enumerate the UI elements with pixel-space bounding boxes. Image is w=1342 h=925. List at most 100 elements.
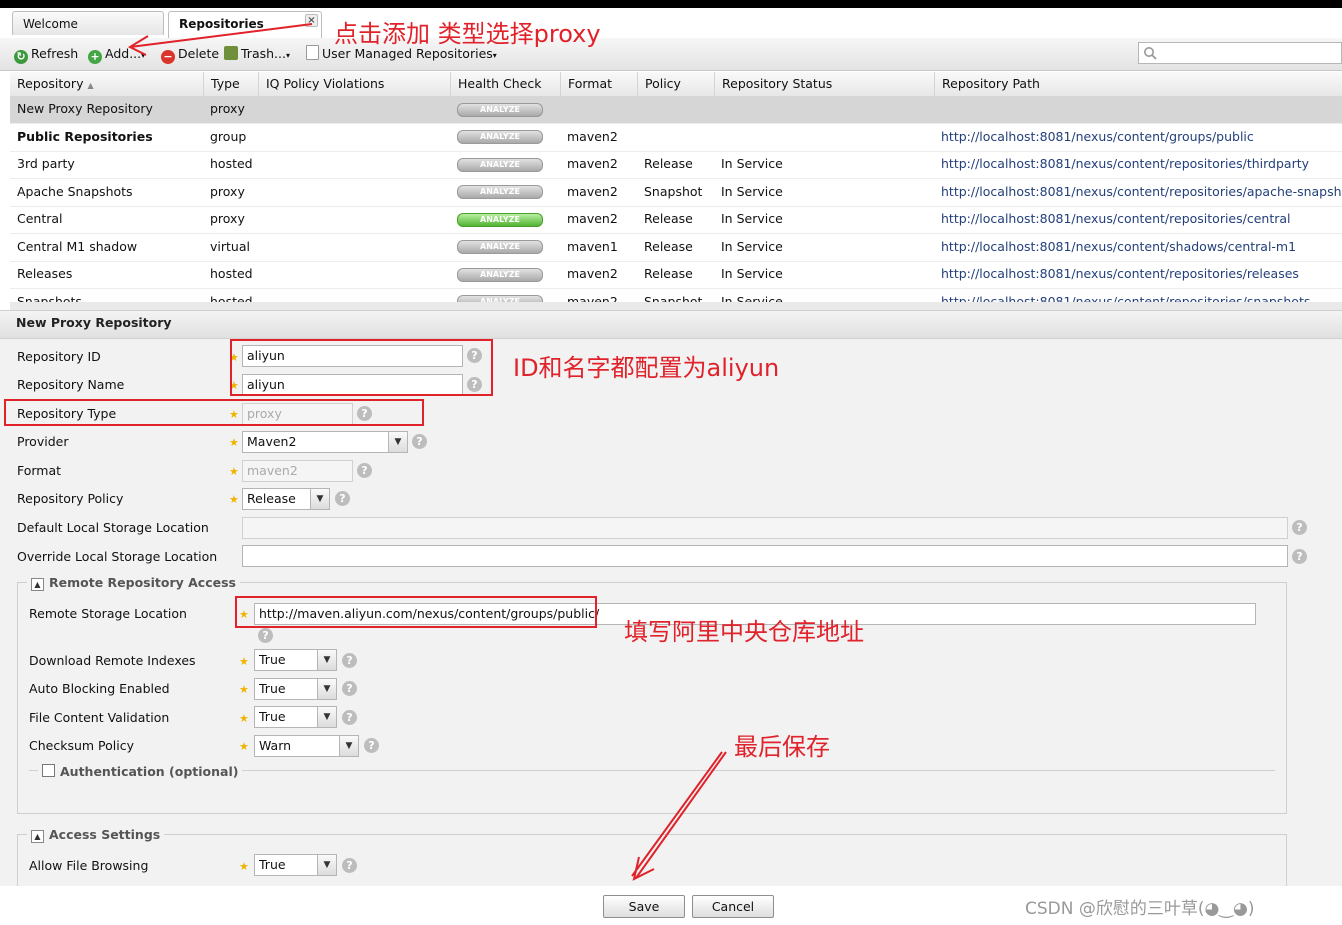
search-input[interactable] <box>1138 42 1342 64</box>
cell-path[interactable]: http://localhost:8081/nexus/content/shad… <box>934 234 1342 261</box>
cell-type: proxy <box>210 101 245 116</box>
cell-policy <box>637 124 714 151</box>
table-row[interactable]: New Proxy Repository proxy ANALYZE <box>10 96 1342 124</box>
remote-location-label: Remote Storage Location <box>29 606 187 621</box>
cell-type: hosted <box>210 156 253 171</box>
file-browsing-select[interactable]: True ▼ <box>254 854 337 876</box>
help-icon[interactable]: ? <box>357 463 372 478</box>
repository-id-label: Repository ID <box>17 349 101 364</box>
cell-path[interactable]: http://localhost:8081/nexus/content/repo… <box>934 151 1342 178</box>
analyze-pill[interactable]: ANALYZE <box>457 102 543 117</box>
auto-blocking-label: Auto Blocking Enabled <box>29 681 170 696</box>
analyze-button[interactable]: ANALYZE <box>450 206 560 233</box>
collapse-icon[interactable]: ▲ <box>31 830 44 843</box>
analyze-pill[interactable]: ANALYZE <box>457 267 543 282</box>
analyze-button[interactable]: ANALYZE <box>450 179 560 206</box>
analyze-pill[interactable]: ANALYZE <box>457 157 543 172</box>
provider-label: Provider <box>17 434 69 449</box>
file-browsing-label: Allow File Browsing <box>29 858 149 873</box>
provider-select[interactable]: Maven2 ▼ <box>242 431 408 453</box>
cell-policy <box>637 96 714 123</box>
repository-policy-select[interactable]: Release ▼ <box>242 488 330 510</box>
analyze-button[interactable]: ANALYZE <box>450 151 560 178</box>
save-button[interactable]: Save <box>603 895 685 918</box>
override-storage-input[interactable] <box>242 545 1288 567</box>
analyze-button[interactable]: ANALYZE <box>450 124 560 151</box>
table-row[interactable]: Releases hosted ANALYZE maven2 Release In Ser… <box>10 261 1342 289</box>
analyze-pill[interactable]: ANALYZE <box>457 185 543 199</box>
trash-button[interactable]: Trash...▾ <box>224 45 290 63</box>
tab-repositories[interactable]: Repositories × <box>168 11 322 38</box>
cell-path[interactable]: http://localhost:8081/nexus/content/repo… <box>934 179 1342 206</box>
cell-policy: Release <box>644 211 693 226</box>
format-label: Format <box>17 463 62 478</box>
cell-type: proxy <box>210 211 245 226</box>
help-icon[interactable]: ? <box>1292 520 1307 535</box>
col-repository-status[interactable]: Repository Status <box>714 72 934 96</box>
chevron-down-icon: ▼ <box>310 489 329 509</box>
sort-ascending-icon: ▲ <box>87 81 94 90</box>
table-row[interactable]: Central M1 shadow virtual ANALYZE maven1 Rel… <box>10 234 1342 262</box>
annotation-box-remote-location <box>235 596 597 628</box>
file-validation-label: File Content Validation <box>29 710 170 725</box>
auto-blocking-select[interactable]: True ▼ <box>254 678 337 700</box>
table-row[interactable]: Central proxy ANALYZE maven2 Release In Servi… <box>10 206 1342 234</box>
cell-policy: Release <box>644 156 693 171</box>
authentication-legend[interactable]: Authentication (optional) <box>38 764 243 779</box>
col-repository[interactable]: Repository ▲ <box>10 72 203 96</box>
help-icon[interactable]: ? <box>342 710 357 725</box>
analyze-button[interactable]: ANALYZE <box>450 96 560 123</box>
col-type[interactable]: Type <box>203 72 258 96</box>
cell-format <box>560 96 637 123</box>
cell-path[interactable] <box>934 96 1342 123</box>
help-icon[interactable]: ? <box>412 434 427 449</box>
col-health-check[interactable]: Health Check <box>450 72 560 96</box>
col-repository-path[interactable]: Repository Path <box>934 72 1342 96</box>
col-format[interactable]: Format <box>560 72 637 96</box>
analyze-pill[interactable]: ANALYZE <box>457 240 543 254</box>
analyze-button[interactable]: ANALYZE <box>450 234 560 261</box>
help-icon[interactable]: ? <box>335 491 350 506</box>
annotation-id-note: ID和名字都配置为aliyun <box>513 354 780 382</box>
authentication-checkbox[interactable] <box>42 764 55 777</box>
analyze-pill[interactable]: ANALYZE <box>457 212 543 227</box>
add-button[interactable]: + Add...▾ <box>88 45 146 64</box>
analyze-pill[interactable]: ANALYZE <box>457 130 543 144</box>
close-icon[interactable]: × <box>305 14 318 27</box>
access-settings-legend[interactable]: ▲ Access Settings <box>27 827 165 843</box>
help-icon[interactable]: ? <box>258 628 273 643</box>
chevron-down-icon: ▾ <box>141 51 146 60</box>
table-row[interactable]: 3rd party hosted ANALYZE maven2 Release In Se… <box>10 151 1342 179</box>
help-icon[interactable]: ? <box>342 653 357 668</box>
help-icon[interactable]: ? <box>1292 549 1307 564</box>
cell-format: maven2 <box>567 266 618 281</box>
required-star-icon: ★ <box>229 493 239 506</box>
col-policy[interactable]: Policy <box>637 72 714 96</box>
cell-path[interactable]: http://localhost:8081/nexus/content/repo… <box>934 261 1342 288</box>
file-validation-value: True <box>259 709 286 724</box>
checksum-policy-select[interactable]: Warn ▼ <box>254 735 359 757</box>
delete-label: Delete <box>178 46 220 61</box>
tab-welcome[interactable]: Welcome <box>12 11 164 35</box>
help-icon[interactable]: ? <box>342 681 357 696</box>
file-validation-select[interactable]: True ▼ <box>254 706 337 728</box>
col-iq-policy[interactable]: IQ Policy Violations <box>258 72 450 96</box>
cell-status: In Service <box>721 238 783 254</box>
help-icon[interactable]: ? <box>364 738 379 753</box>
required-star-icon: ★ <box>229 465 239 478</box>
refresh-button[interactable]: ↻ Refresh <box>14 45 78 64</box>
analyze-button[interactable]: ANALYZE <box>450 261 560 288</box>
table-row[interactable]: Apache Snapshots proxy ANALYZE maven2 Snapsh… <box>10 179 1342 207</box>
cancel-button[interactable]: Cancel <box>692 895 774 918</box>
collapse-icon[interactable]: ▲ <box>31 578 44 591</box>
cell-path[interactable]: http://localhost:8081/nexus/content/repo… <box>934 206 1342 233</box>
refresh-icon: ↻ <box>14 50 28 64</box>
help-icon[interactable]: ? <box>342 858 357 873</box>
download-indexes-select[interactable]: True ▼ <box>254 649 337 671</box>
remote-access-legend[interactable]: ▲ Remote Repository Access <box>27 575 240 591</box>
cell-path[interactable]: http://localhost:8081/nexus/content/grou… <box>934 124 1342 151</box>
cell-iq-policy <box>258 261 450 288</box>
delete-button[interactable]: − Delete <box>161 45 220 64</box>
table-row[interactable]: Public Repositories group ANALYZE maven2 htt… <box>10 124 1342 152</box>
cell-policy: Release <box>644 266 693 281</box>
